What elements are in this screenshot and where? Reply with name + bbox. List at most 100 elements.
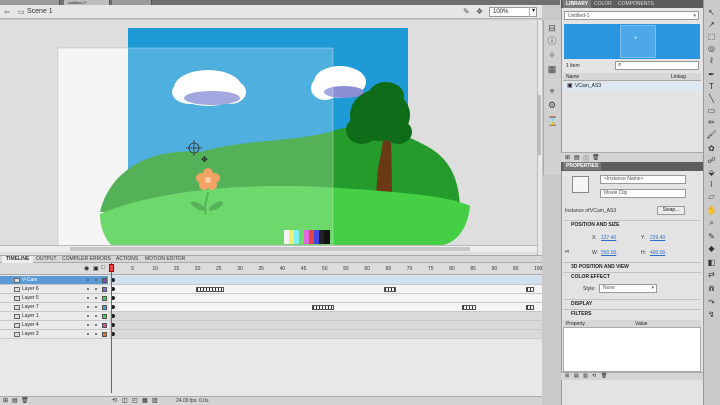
swatches-icon[interactable]: ▦ [547,64,557,74]
chevron-down-icon[interactable]: ▾ [529,7,537,17]
lock-dot[interactable] [95,306,97,308]
swap-colors-icon[interactable]: ⇄ [706,270,717,280]
col-linkage[interactable]: Linkag [671,73,686,81]
align-icon[interactable]: ⊟ [547,23,557,33]
layer-row[interactable]: Layer 1 [0,312,108,321]
history-icon[interactable]: ⌛ [547,116,558,126]
section-position-size[interactable]: POSITION AND SIZE [563,220,701,229]
lock-icon[interactable]: ▣ [93,265,99,272]
section-filters[interactable]: FILTERS [563,309,701,318]
visibility-dot[interactable] [87,279,89,281]
motion-presets-icon[interactable]: ⌖ [547,86,557,96]
stage-area[interactable]: ✥ [0,20,537,255]
eyedropper-tool-icon[interactable]: ⌇ [706,180,717,190]
tab-output[interactable]: OUTPUT [32,256,61,263]
frames-row[interactable] [109,294,542,303]
components-icon[interactable]: ⚙ [547,100,557,110]
new-folder-icon[interactable]: ▤ [574,154,580,161]
section-display[interactable]: DISPLAY [563,299,701,308]
outline-color-swatch[interactable] [102,278,107,283]
hand-tool-icon[interactable]: ✋ [706,206,717,216]
section-color-effect[interactable]: COLOR EFFECT [563,272,701,281]
keyframe-cluster[interactable] [526,305,534,310]
onion-outline-icon[interactable]: ◰ [132,397,138,404]
text-tool-icon[interactable]: T [706,82,717,92]
zoom-tool-icon[interactable]: ⌕ [706,218,717,228]
fill-color-icon[interactable]: ◆ [706,244,717,254]
frames-row[interactable] [109,285,542,294]
new-layer-icon[interactable]: ⊞ [3,397,8,404]
visibility-dot[interactable] [87,324,89,326]
keyframe-cluster[interactable] [312,305,334,310]
y-value[interactable]: 229.40 [650,235,665,241]
modify-markers-icon[interactable]: ▥ [152,397,158,404]
straighten-icon[interactable]: ↯ [706,310,717,320]
frames-row[interactable] [109,321,542,330]
layer-row[interactable]: Layer 7 [0,303,108,312]
frames-row[interactable] [109,276,542,285]
bone-tool-icon[interactable]: ☍ [706,156,717,166]
w-value[interactable]: 550.00 [601,250,616,256]
delete-filter-icon[interactable]: 🗑 [601,373,607,379]
center-frame-icon[interactable]: ⟲ [112,397,117,404]
tab-library[interactable]: LIBRARY [563,0,592,8]
outline-icon[interactable]: □ [101,265,105,271]
section-3d-position[interactable]: 3D POSITION AND VIEW [563,262,701,271]
playhead-handle[interactable] [109,264,114,272]
fps-value[interactable]: 24.00 [176,398,189,404]
playhead[interactable] [111,263,112,393]
info-icon[interactable]: ⓘ [547,36,557,46]
eraser-tool-icon[interactable]: ▱ [706,192,717,202]
outline-color-swatch[interactable] [102,323,107,328]
outline-color-swatch[interactable] [102,305,107,310]
library-document-select[interactable]: Untitled-1 ▾ [564,11,699,20]
lasso-tool-icon[interactable]: ℓ [706,56,717,66]
library-item[interactable]: ▣ VCam_AS3 [563,82,701,91]
onion-skin-icon[interactable]: ◫ [122,397,128,404]
frames-row[interactable] [109,330,542,339]
edit-multiple-frames-icon[interactable]: ▦ [142,397,148,404]
new-folder-icon[interactable]: ▤ [12,397,18,404]
layer-row[interactable]: Layer 4 [0,321,108,330]
lock-dot[interactable] [95,279,97,281]
lock-dot[interactable] [95,324,97,326]
stroke-color-icon[interactable]: ✎ [706,232,717,242]
tab-timeline[interactable]: TIMELINE [2,256,34,263]
transform-icon[interactable]: ✧ [547,50,557,60]
tab-color[interactable]: COLOR [591,0,615,8]
layer-row[interactable]: Layer 5 [0,294,108,303]
smooth-icon[interactable]: ↷ [706,298,717,308]
delete-icon[interactable]: 🗑 [592,154,600,161]
pen-tool-icon[interactable]: ✒ [706,70,717,80]
keyframe-cluster[interactable] [462,305,476,310]
visibility-dot[interactable] [87,306,89,308]
library-search-input[interactable]: ⌕ [615,61,699,70]
layer-row[interactable]: Layer 2 [0,330,108,339]
lock-proportions-icon[interactable]: ∞ [565,249,569,255]
layer-row[interactable]: V-Cam [0,276,108,285]
new-symbol-icon[interactable]: ⊞ [565,154,570,161]
visibility-dot[interactable] [87,333,89,335]
preset-icon[interactable]: ▤ [574,373,579,379]
clipboard-icon[interactable]: ▥ [583,373,588,379]
eye-icon[interactable]: ◉ [84,265,89,272]
x-value[interactable]: 127.40 [601,235,616,241]
paint-bucket-tool-icon[interactable]: ⬙ [706,168,717,178]
visibility-dot[interactable] [87,315,89,317]
lock-dot[interactable] [95,297,97,299]
tab-properties[interactable]: PROPERTIES [563,162,602,170]
brush-tool-icon[interactable]: 🖌 [706,130,717,140]
keyframe-cluster[interactable] [196,287,224,292]
visibility-dot[interactable] [87,297,89,299]
tab-motion-editor[interactable]: MOTION EDITOR [141,256,189,263]
swap-button[interactable]: Swap... [657,206,685,215]
black-white-icon[interactable]: ◧ [706,258,717,268]
lock-dot[interactable] [95,288,97,290]
keyframe-cluster[interactable] [384,287,396,292]
edit-scene-icon[interactable]: ✎ [463,7,470,16]
scene-label[interactable]: Scene 1 [27,8,53,15]
rectangle-tool-icon[interactable]: ▭ [706,106,717,116]
frames-row[interactable] [109,303,542,312]
frames-row[interactable] [109,312,542,321]
edit-symbols-icon[interactable]: ❖ [476,7,483,16]
